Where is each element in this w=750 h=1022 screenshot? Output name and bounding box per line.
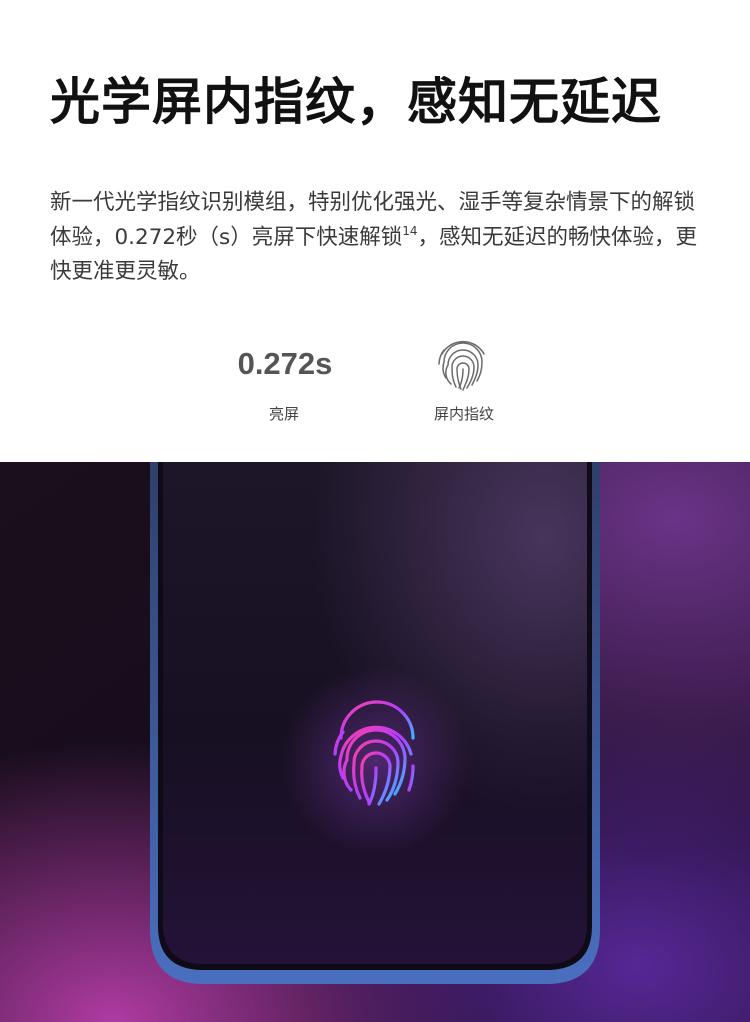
- footnote-marker: 14: [402, 223, 418, 238]
- feature-description: 新一代光学指纹识别模组，特别优化强光、湿手等复杂情景下的解锁体验，0.272秒（…: [50, 186, 700, 290]
- unlock-time-value: 0.272s: [237, 346, 333, 381]
- phone-illustration: [0, 462, 750, 1022]
- screen-on-label: 亮屏: [268, 405, 299, 423]
- page-headline: 光学屏内指纹，感知无延迟: [50, 73, 662, 131]
- phone-hero-image: [0, 462, 750, 1022]
- in-display-fingerprint-label: 屏内指纹: [433, 405, 494, 423]
- fingerprint-icon: [438, 340, 485, 391]
